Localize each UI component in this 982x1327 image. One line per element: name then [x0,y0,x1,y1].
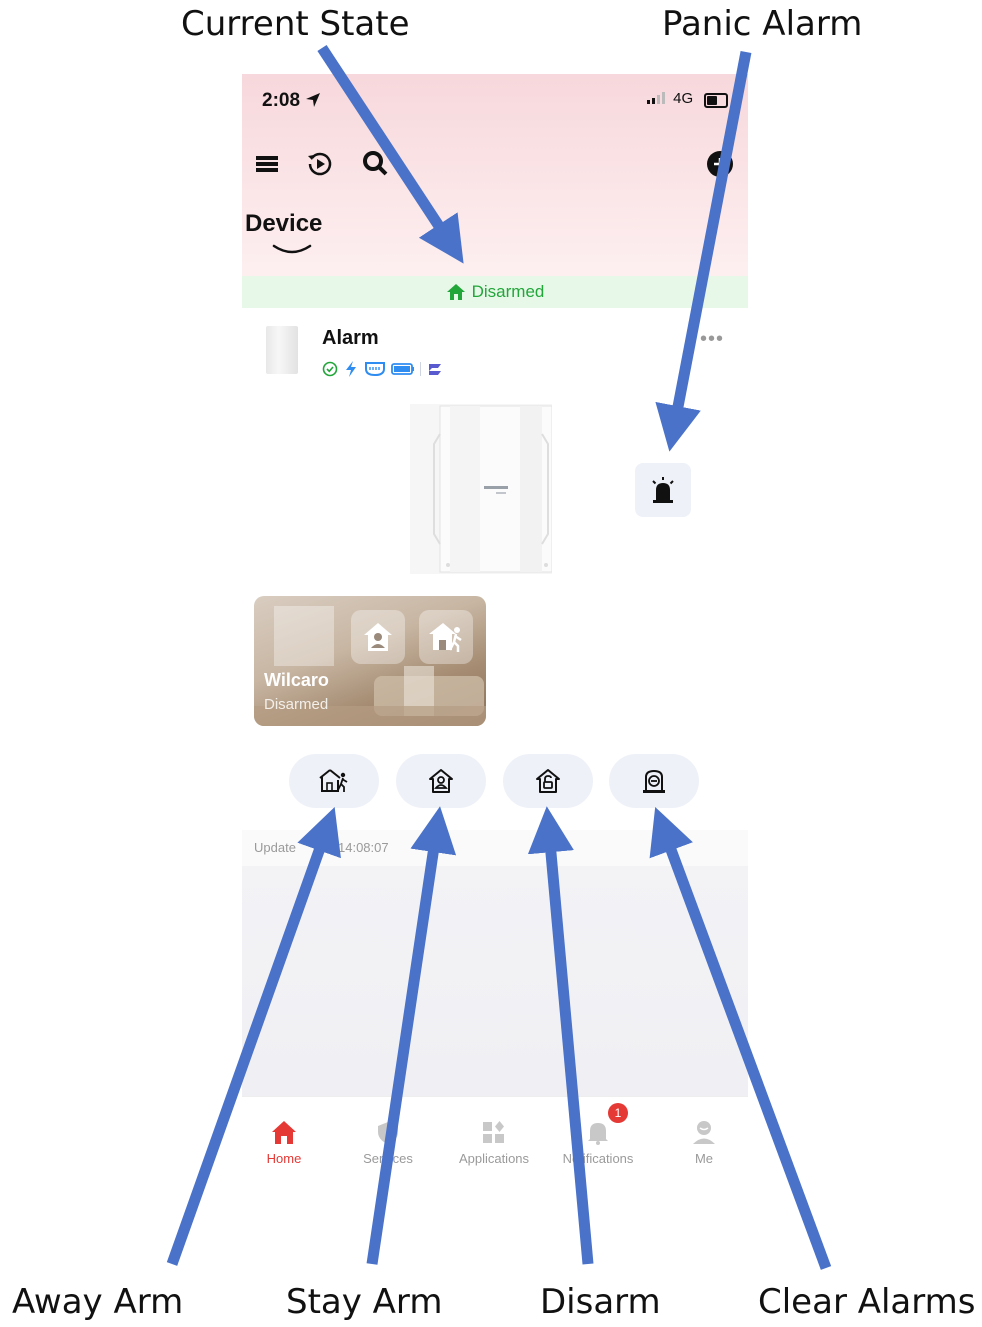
panic-alarm-button[interactable] [635,463,691,517]
siren-icon [652,477,674,503]
network-type: 4G [673,90,694,107]
tab-label: Home [266,1151,302,1166]
alarm-thumbnail[interactable] [266,326,298,374]
title-underline [272,244,312,254]
content-empty-area [242,866,748,1096]
tab-services[interactable]: Services [338,1105,438,1166]
battery-status-icon [391,363,414,375]
applications-icon [483,1121,504,1143]
away-arm-button[interactable] [289,754,379,808]
away-arm-icon [319,769,348,792]
away-arm-icon [429,623,462,652]
update-time: 14:08:07 [338,840,389,855]
home-state-icon [446,284,465,300]
annotation-current-state: Current State [181,4,410,44]
tab-label: Applications [458,1151,530,1166]
device-status-icons [322,360,444,378]
cloud-icon [429,364,441,375]
tab-label: Notifications [562,1151,634,1166]
current-state-text: Disarmed [471,282,545,301]
power-icon [346,361,356,377]
more-options-button[interactable]: ••• [700,328,724,351]
room-stay-arm-button[interactable] [351,610,405,664]
list-icon[interactable] [254,150,282,178]
room-away-arm-button[interactable] [419,610,473,664]
room-card[interactable]: Wilcaro Disarmed [254,596,486,726]
battery-icon [704,93,728,108]
status-time: 2:08 [262,90,321,112]
tab-home[interactable]: Home [242,1105,334,1166]
room-state: Disarmed [264,696,329,713]
annotation-disarm: Disarm [540,1282,661,1322]
add-icon[interactable] [706,150,734,178]
location-arrow-icon [306,93,321,107]
update-label: Update [254,840,296,855]
stay-arm-button[interactable] [396,754,486,808]
alarm-panel-image [410,404,553,574]
cellular-signal: 4G [647,90,693,107]
stay-arm-icon [429,769,453,793]
disarm-button[interactable] [503,754,593,808]
signal-bars-icon [647,92,665,104]
page-title: Device [245,210,323,237]
annotation-panic-alarm: Panic Alarm [662,4,863,44]
tab-me[interactable]: Me [654,1105,748,1166]
search-icon[interactable] [362,150,390,178]
services-icon [378,1122,398,1144]
update-info: Update 14:08:07 [242,830,748,866]
bottom-tab-bar: Home Services Applications 1 Notificatio… [242,1096,748,1194]
clear-alarms-icon [643,769,665,793]
disarm-icon [536,769,560,793]
alarm-panel-drawing [433,405,553,573]
tab-applications[interactable]: Applications [444,1105,544,1166]
playback-icon[interactable] [306,150,334,178]
room-name: Wilcaro [264,670,329,690]
annotation-stay-arm: Stay Arm [286,1282,443,1322]
home-icon [272,1121,296,1144]
online-check-icon [322,361,338,377]
current-state-bar: Disarmed [242,276,748,308]
annotation-clear-alarms: Clear Alarms [758,1282,976,1322]
status-divider [420,362,421,376]
device-name[interactable]: Alarm [322,327,379,350]
tab-label: Services [363,1151,413,1166]
network-icon [365,362,385,377]
phone-screen: 2:08 4G Device Disarmed Alarm ••• Wilcar… [242,74,748,1194]
stay-arm-icon [364,623,392,651]
bell-icon [588,1123,608,1145]
notification-badge: 1 [608,1103,628,1123]
annotation-away-arm: Away Arm [12,1282,184,1322]
profile-icon [693,1121,715,1144]
clear-alarms-button[interactable] [609,754,699,808]
tab-label: Me [694,1151,714,1166]
tab-notifications[interactable]: 1 Notifications [548,1103,648,1166]
